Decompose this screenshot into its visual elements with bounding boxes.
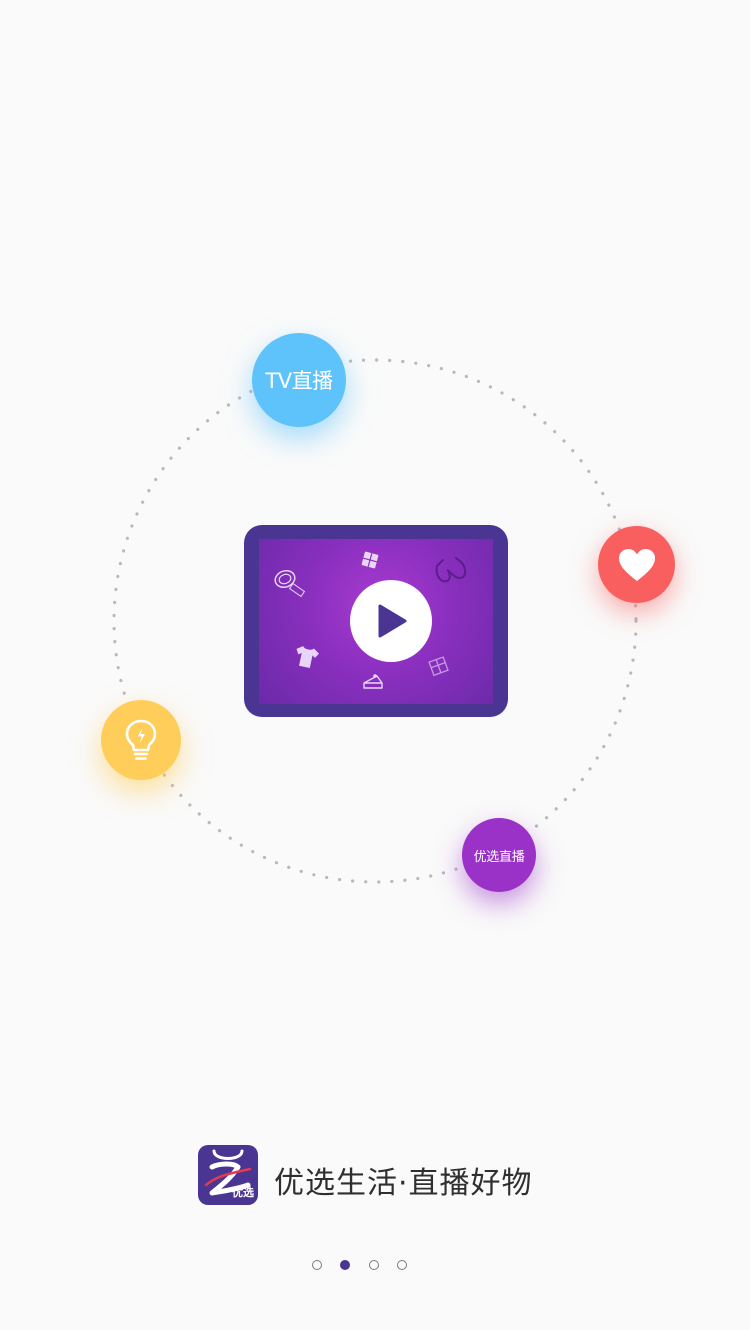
chocolate-icon	[361, 551, 379, 569]
tablet-screen	[259, 539, 493, 704]
selected-live-bubble[interactable]: 优选直播	[462, 818, 536, 892]
favorite-bubble[interactable]	[598, 526, 675, 603]
selected-live-label: 优选直播	[473, 849, 525, 865]
cake-icon	[363, 674, 383, 689]
page-dot-1[interactable]	[312, 1260, 322, 1270]
slogan-text: 优选生活·直播好物	[274, 1166, 533, 1201]
page-dot-2[interactable]	[340, 1260, 350, 1270]
plate-icon	[274, 569, 306, 598]
tv-live-label: TV直播	[265, 369, 333, 393]
gift-icon	[428, 656, 449, 677]
play-icon	[378, 604, 407, 638]
page-dot-3[interactable]	[369, 1260, 379, 1270]
app-logo: 优选	[198, 1145, 258, 1205]
tv-live-bubble[interactable]: TV直播	[252, 333, 346, 427]
shirt-icon	[296, 646, 319, 669]
lightbulb-icon	[125, 719, 157, 760]
tablet-illustration	[244, 525, 508, 717]
logo-tag: 优选	[232, 1186, 254, 1199]
play-button[interactable]	[350, 580, 432, 662]
page-dot-4[interactable]	[397, 1260, 407, 1270]
heart-icon	[618, 548, 655, 581]
tips-bubble[interactable]	[101, 700, 181, 780]
bra-icon	[435, 557, 467, 583]
page-indicator	[0, 1260, 750, 1272]
